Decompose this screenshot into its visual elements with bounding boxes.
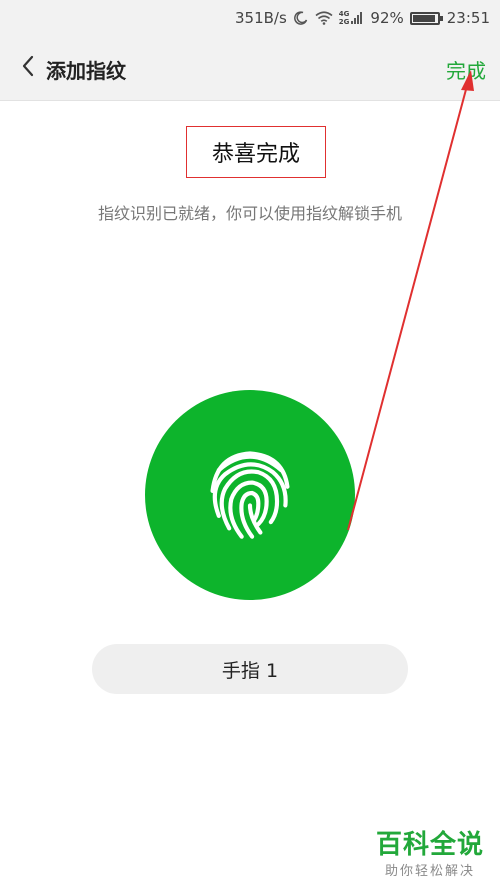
chevron-left-icon [21, 55, 35, 81]
signal-icon [351, 12, 363, 24]
network-type: 4G 2G [339, 10, 350, 26]
wifi-icon [315, 11, 333, 25]
battery-icon [409, 11, 443, 25]
success-title-text: 恭喜完成 [211, 142, 300, 167]
finger-item[interactable]: 手指 1 [92, 644, 408, 694]
battery-percent: 92% [370, 9, 404, 27]
status-bar: 351B/s 4G 2G 92% 23:51 [0, 0, 500, 36]
fingerprint-icon [198, 441, 302, 549]
back-button[interactable] [16, 54, 40, 82]
moon-icon [293, 11, 308, 25]
watermark-sub: 助你轻松解决 [384, 864, 475, 879]
network-type-top: 4G [338, 10, 350, 18]
network-type-bottom: 2G [338, 18, 350, 26]
header-bar: 添加指纹 完成 [0, 36, 500, 101]
fingerprint-circle [145, 390, 355, 600]
page-title: 添加指纹 [46, 59, 126, 83]
battery-fill [412, 14, 435, 22]
watermark-logo: 百科全说 助你轻松解决 [376, 830, 484, 879]
net-speed: 351B/s [235, 9, 287, 27]
done-button[interactable]: 完成 [446, 55, 486, 84]
status-time: 23:51 [446, 9, 490, 27]
watermark-main: 百科全说 [375, 830, 484, 860]
finger-item-label: 手指 1 [221, 659, 279, 682]
subtitle: 指纹识别已就绪，你可以使用指纹解锁手机 [97, 204, 402, 223]
success-title: 恭喜完成 [186, 126, 326, 178]
